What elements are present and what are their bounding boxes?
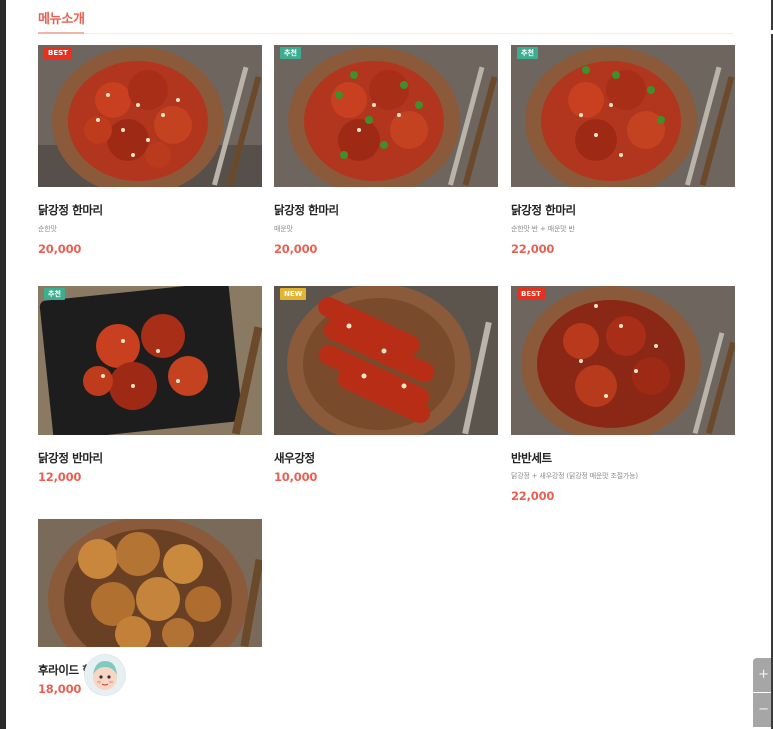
menu-name[interactable]: 닭강정 반마리 (38, 450, 103, 466)
menu-price: 22,000 (511, 242, 555, 256)
menu-name[interactable]: 새우강정 (274, 450, 315, 466)
combo-set-plate-photo (511, 286, 735, 435)
menu-name[interactable]: 닭강정 한마리 (274, 202, 339, 218)
menu-photo[interactable]: NEW (274, 286, 498, 435)
zoom-in-button[interactable]: + (753, 658, 771, 692)
fried-chicken-plate-photo (38, 45, 262, 187)
chatbot-avatar-button[interactable] (85, 655, 125, 695)
menu-badge: 추천 (517, 47, 538, 59)
menu-price: 20,000 (274, 242, 318, 256)
menu-desc: 순한맛 반 + 매운맛 반 (511, 225, 575, 233)
window-left-edge (0, 0, 6, 729)
window-edge-tick (769, 30, 773, 34)
menu-card[interactable]: NEW 새우강정 10,000 (274, 286, 498, 486)
menu-price: 18,000 (38, 682, 82, 696)
menu-name[interactable]: 반반세트 (511, 450, 552, 466)
half-half-chicken-plate-photo (511, 45, 735, 187)
menu-card[interactable]: BEST 반반세트 닭강정 + 새우강정 (닭강정 매운맛 조절가능) 22,0… (511, 286, 735, 506)
menu-name[interactable]: 닭강정 한마리 (511, 202, 576, 218)
fried-chicken-photo (38, 519, 262, 647)
menu-card[interactable]: 추천 닭강정 한마리 순한맛 반 + 매운맛 반 22,000 (511, 45, 735, 260)
menu-photo[interactable]: 추천 (511, 45, 735, 187)
menu-photo[interactable]: 추천 (38, 286, 262, 435)
menu-desc: 매운맛 (274, 225, 293, 233)
chatbot-face-icon (85, 655, 125, 695)
spicy-chicken-plate-photo (274, 45, 498, 187)
menu-card[interactable]: 추천 닭강정 한마리 매운맛 20,000 (274, 45, 498, 260)
menu-price: 22,000 (511, 489, 555, 503)
menu-price: 10,000 (274, 470, 318, 484)
menu-desc: 순한맛 (38, 225, 57, 233)
menu-photo[interactable]: BEST (38, 45, 262, 187)
section-title-underline (38, 32, 84, 34)
menu-badge: NEW (280, 288, 307, 300)
chicken-tray-photo (38, 286, 262, 435)
menu-price: 12,000 (38, 470, 82, 484)
menu-name[interactable]: 닭강정 한마리 (38, 202, 103, 218)
menu-badge: 추천 (280, 47, 301, 59)
menu-badge: BEST (44, 47, 72, 59)
menu-card[interactable]: BEST 닭강정 한마리 순한맛 20,000 (38, 45, 262, 260)
menu-badge: 추천 (44, 288, 65, 300)
menu-photo[interactable]: BEST (511, 286, 735, 435)
menu-price: 20,000 (38, 242, 82, 256)
zoom-out-button[interactable]: − (753, 693, 771, 727)
section-header: 메뉴소개 (38, 8, 734, 34)
shrimp-plate-photo (274, 286, 498, 435)
menu-photo[interactable] (38, 519, 262, 647)
menu-badge: BEST (517, 288, 545, 300)
menu-card[interactable]: 추천 닭강정 반마리 12,000 (38, 286, 262, 486)
menu-card[interactable]: 후라이드 한 18,000 (38, 519, 262, 699)
section-title: 메뉴소개 (38, 12, 85, 27)
menu-photo[interactable]: 추천 (274, 45, 498, 187)
menu-desc: 닭강정 + 새우강정 (닭강정 매운맛 조절가능) (511, 472, 638, 480)
